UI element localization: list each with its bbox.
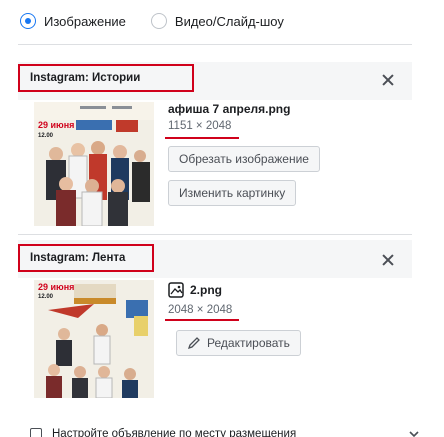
poster-time: 12.00 xyxy=(38,133,54,139)
highlight-underline xyxy=(165,137,239,139)
placement-title: Instagram: Лента xyxy=(18,244,154,272)
poster-date: 29 июня xyxy=(38,282,74,292)
change-image-button[interactable]: Изменить картинку xyxy=(168,180,297,206)
radio-button-image[interactable] xyxy=(20,13,36,29)
poster-image: 29 июня 12.00 xyxy=(34,280,154,398)
creative-dimensions-text: 1151 × 2048 xyxy=(168,120,232,132)
highlight-underline xyxy=(165,319,239,321)
placement-card-stories: Instagram: Истории 29 июня 12.00 афиша 7… xyxy=(18,62,412,230)
image-file-icon xyxy=(168,282,184,298)
customize-label: Настройте объявление по месту размещения xyxy=(52,428,297,437)
creative-filename: афиша 7 апреля.png xyxy=(168,102,291,116)
close-icon[interactable] xyxy=(378,70,398,90)
radio-option-video[interactable]: Видео/Слайд-шоу xyxy=(150,13,284,29)
creative-meta: афиша 7 апреля.png 1151 × 2048 Обрезать … xyxy=(165,102,320,206)
poster-time: 12.00 xyxy=(38,294,54,300)
poster-image: 29 июня 12.00 xyxy=(34,102,154,226)
creative-filename-row: 2.png xyxy=(168,282,301,298)
crop-image-button[interactable]: Обрезать изображение xyxy=(168,146,320,172)
creative-thumbnail[interactable]: 29 июня 12.00 xyxy=(34,280,154,398)
placement-card-header: Instagram: Истории xyxy=(18,62,412,100)
radio-option-image[interactable]: Изображение xyxy=(20,13,126,29)
chevron-down-icon[interactable] xyxy=(408,428,420,437)
placement-card-header: Instagram: Лента xyxy=(18,240,412,278)
format-radio-group: Изображение Видео/Слайд-шоу xyxy=(20,10,284,32)
edit-button[interactable]: Редактировать xyxy=(176,330,301,356)
radio-label-video[interactable]: Видео/Слайд-шоу xyxy=(175,14,284,29)
placement-title: Instagram: Истории xyxy=(18,64,194,92)
poster-date: 29 июня xyxy=(38,120,74,130)
placement-card-feed: Instagram: Лента 29 июня 12.00 2.png 204… xyxy=(18,240,412,420)
radio-label-image[interactable]: Изображение xyxy=(44,14,126,29)
pencil-icon xyxy=(187,337,200,350)
creative-thumbnail[interactable]: 29 июня 12.00 xyxy=(34,102,154,226)
creative-dimensions-text: 2048 × 2048 xyxy=(168,304,233,316)
placement-customize-row[interactable]: Настройте объявление по месту размещения xyxy=(30,428,296,437)
creative-dimensions: 1151 × 2048 xyxy=(165,120,239,139)
edit-button-label: Редактировать xyxy=(207,336,290,350)
creative-filename: 2.png xyxy=(190,283,222,297)
close-icon[interactable] xyxy=(378,250,398,270)
customize-checkbox[interactable] xyxy=(30,428,42,437)
divider xyxy=(18,234,412,235)
creative-meta: 2.png 2048 × 2048 Редактировать xyxy=(165,282,301,356)
divider xyxy=(18,44,412,45)
creative-dimensions: 2048 × 2048 xyxy=(165,304,239,321)
radio-button-video[interactable] xyxy=(150,13,167,29)
